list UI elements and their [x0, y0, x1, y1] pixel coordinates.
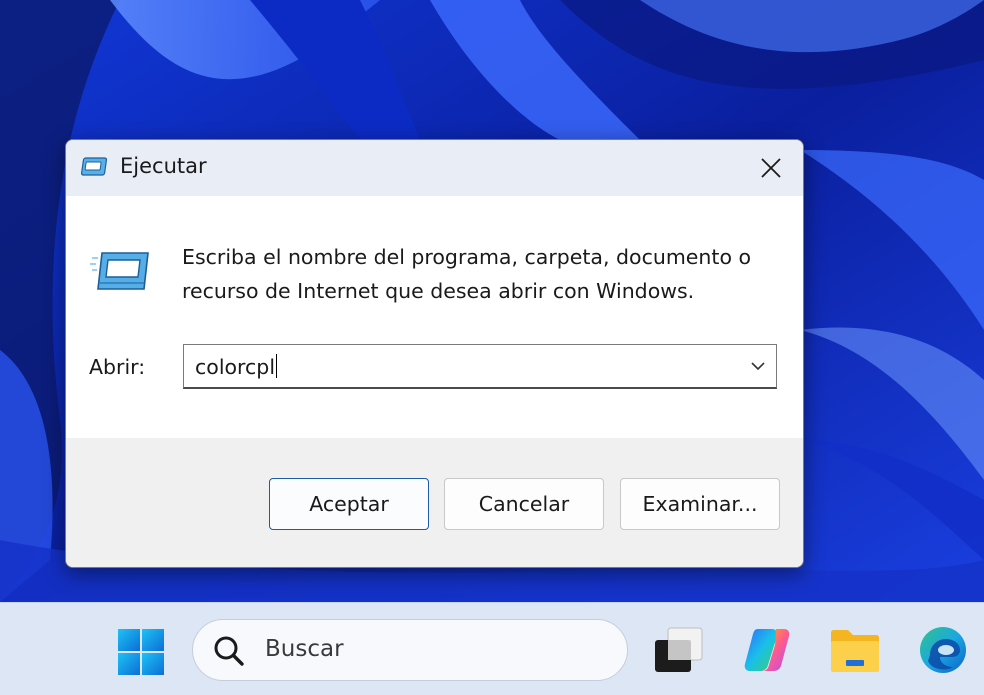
open-input-value: colorcpl	[195, 355, 276, 379]
search-placeholder: Buscar	[265, 636, 344, 662]
edge-icon[interactable]	[918, 625, 968, 675]
run-app-icon	[81, 157, 108, 176]
run-dialog: Ejecutar Escriba el nombre del programa,…	[65, 139, 804, 568]
task-view-icon[interactable]	[654, 627, 704, 673]
open-label: Abrir:	[89, 355, 146, 379]
file-explorer-icon[interactable]	[830, 629, 880, 673]
browse-button[interactable]: Examinar...	[620, 478, 780, 530]
text-caret	[276, 354, 278, 378]
open-dropdown-button[interactable]	[740, 345, 776, 388]
taskbar: Buscar	[0, 602, 984, 695]
close-button[interactable]	[739, 140, 803, 196]
search-icon	[214, 636, 244, 666]
dialog-description: Escriba el nombre del programa, carpeta,…	[182, 245, 752, 303]
open-input[interactable]: colorcpl	[195, 354, 278, 379]
copilot-icon[interactable]	[742, 625, 792, 675]
open-combobox[interactable]: colorcpl	[183, 344, 777, 389]
dialog-titlebar[interactable]: Ejecutar	[66, 140, 803, 196]
run-large-icon	[90, 252, 149, 290]
accept-button[interactable]: Aceptar	[269, 478, 429, 530]
cancel-button[interactable]: Cancelar	[444, 478, 604, 530]
dialog-title: Ejecutar	[120, 154, 207, 178]
taskbar-search-box[interactable]: Buscar	[192, 619, 628, 681]
close-icon	[761, 158, 781, 178]
start-icon[interactable]	[117, 628, 165, 676]
chevron-down-icon	[751, 362, 765, 371]
